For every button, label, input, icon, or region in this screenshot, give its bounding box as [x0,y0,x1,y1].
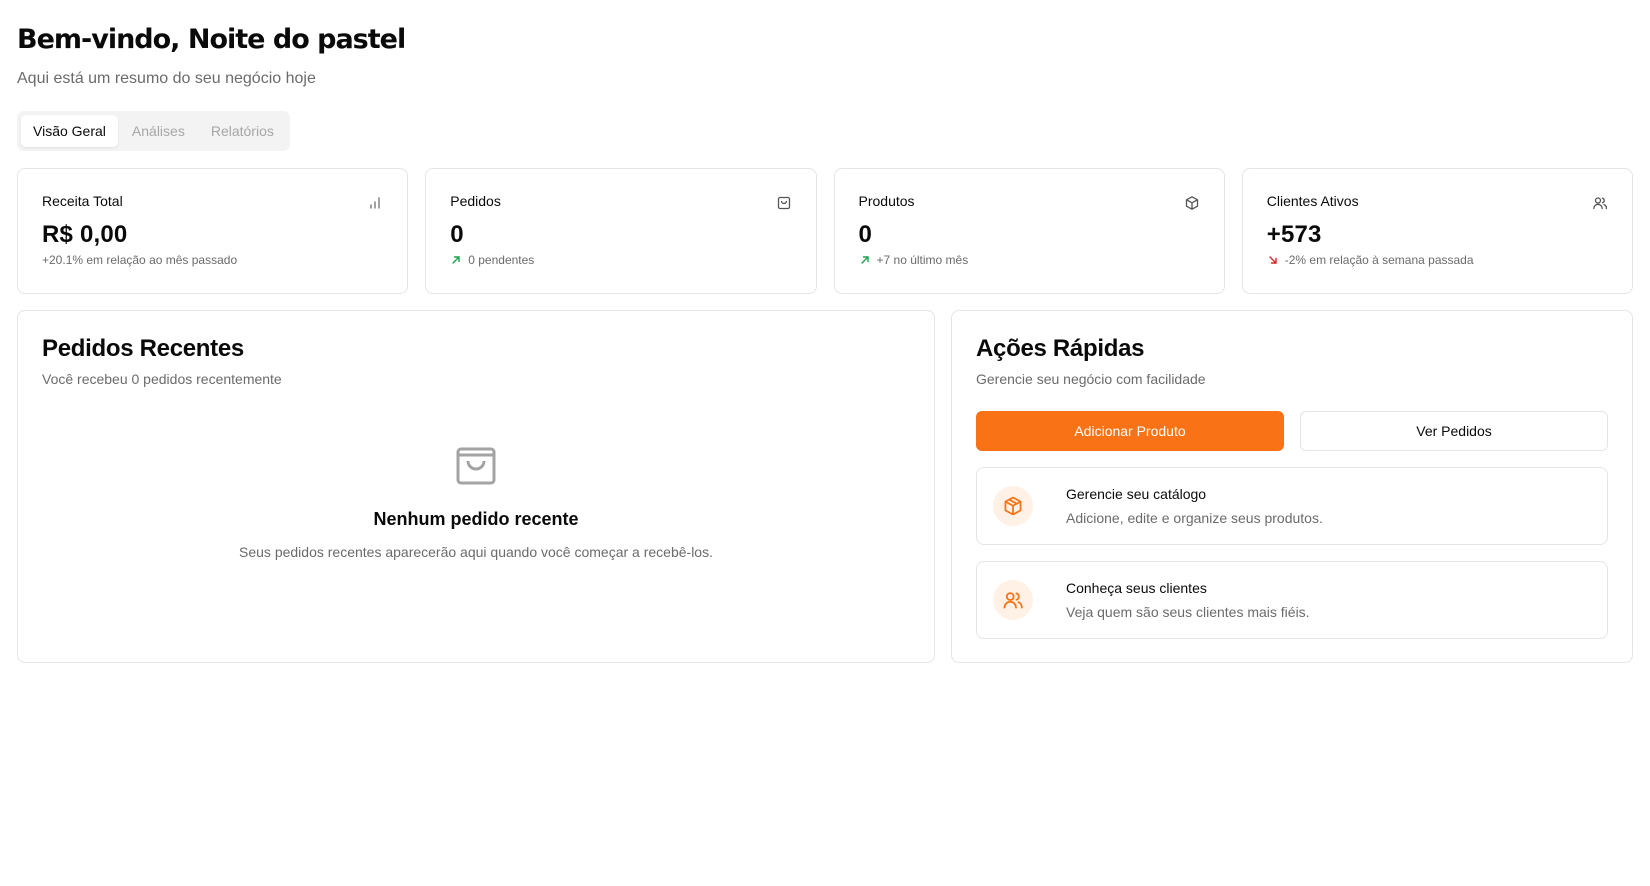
users-icon [1003,592,1023,609]
stat-value: R$ 0,00 [42,221,128,248]
stat-note: +20.1% em relação ao mês passado [42,253,383,267]
view-orders-button[interactable]: Ver Pedidos [1300,411,1608,451]
page-subtitle: Aqui está um resumo do seu negócio hoje [17,70,316,87]
tab-analytics[interactable]: Análises [120,115,197,147]
stat-label: Pedidos [450,193,501,209]
quick-actions-buttons: Adicionar Produto Ver Pedidos [976,411,1608,451]
stat-card-customers: Clientes Ativos +573 -2% em relação à se… [1241,168,1633,294]
manage-catalog-card[interactable]: Gerencie seu catálogo Adicione, edite e … [976,467,1608,545]
tab-overview[interactable]: Visão Geral [21,115,118,147]
quick-actions-subtitle: Gerencie seu negócio com facilidade [976,371,1206,387]
stat-label: Produtos [858,193,915,209]
bar-chart-icon [370,197,380,209]
users-icon [1593,197,1608,210]
shopping-bag-icon [456,447,496,485]
action-icon-circle [993,580,1033,620]
recent-orders-subtitle: Você recebeu 0 pedidos recentemente [42,371,282,387]
stat-note-text: +20.1% em relação ao mês passado [42,253,238,267]
recent-orders-title: Pedidos Recentes [42,335,244,362]
stat-label: Receita Total [42,193,123,209]
trend-down-icon [1269,256,1277,264]
tab-bar: Visão Geral Análises Relatórios [17,111,290,151]
shopping-bag-icon [777,196,790,210]
action-desc: Adicione, edite e organize seus produtos… [1066,510,1323,526]
trend-up-icon [452,256,460,264]
action-title: Gerencie seu catálogo [1066,486,1207,502]
recent-orders-panel: Pedidos Recentes Você recebeu 0 pedidos … [17,310,935,663]
trend-up-icon [860,256,869,264]
stats-grid: Receita Total R$ 0,00 +20.1% em relação … [17,168,1633,294]
quick-actions-panel: Ações Rápidas Gerencie seu negócio com f… [951,310,1633,663]
stat-note-text: +7 no último mês [876,253,969,267]
package-icon [1185,196,1198,210]
stat-label: Clientes Ativos [1266,193,1359,209]
stat-card-orders: Pedidos 0 0 pendentes [425,168,817,294]
package-icon [1004,496,1022,516]
quick-actions-title: Ações Rápidas [976,335,1145,362]
empty-state: Nenhum pedido recente Seus pedidos recen… [18,441,934,560]
empty-text: Seus pedidos recentes aparecerão aqui qu… [239,544,713,560]
dashboard-page: Bem-vindo, Noite do pastel Aqui está um … [0,0,1650,886]
tab-reports[interactable]: Relatórios [199,115,286,147]
stat-value: 0 [450,221,464,248]
stat-note: +7 no último mês [859,253,1200,267]
stat-note: 0 pendentes [450,253,791,267]
stat-note-text: 0 pendentes [468,253,535,267]
add-product-button[interactable]: Adicionar Produto [976,411,1284,451]
stat-value: 0 [858,221,873,248]
action-text: Conheça seus clientes Veja quem são seus… [1066,580,1310,620]
stat-value: +573 [1266,221,1322,248]
stat-card-revenue: Receita Total R$ 0,00 +20.1% em relação … [17,168,409,294]
page-title: Bem-vindo, Noite do pastel [17,24,406,55]
action-desc: Veja quem são seus clientes mais fiéis. [1066,604,1310,620]
action-title: Conheça seus clientes [1066,580,1207,596]
action-icon-circle [993,486,1033,526]
know-customers-card[interactable]: Conheça seus clientes Veja quem são seus… [976,561,1608,639]
action-text: Gerencie seu catálogo Adicione, edite e … [1066,486,1323,526]
stat-note-text: -2% em relação à semana passada [1284,253,1474,267]
stat-card-products: Produtos 0 +7 no último mês [833,168,1225,294]
stat-note: -2% em relação à semana passada [1267,253,1608,267]
empty-title: Nenhum pedido recente [373,509,579,529]
